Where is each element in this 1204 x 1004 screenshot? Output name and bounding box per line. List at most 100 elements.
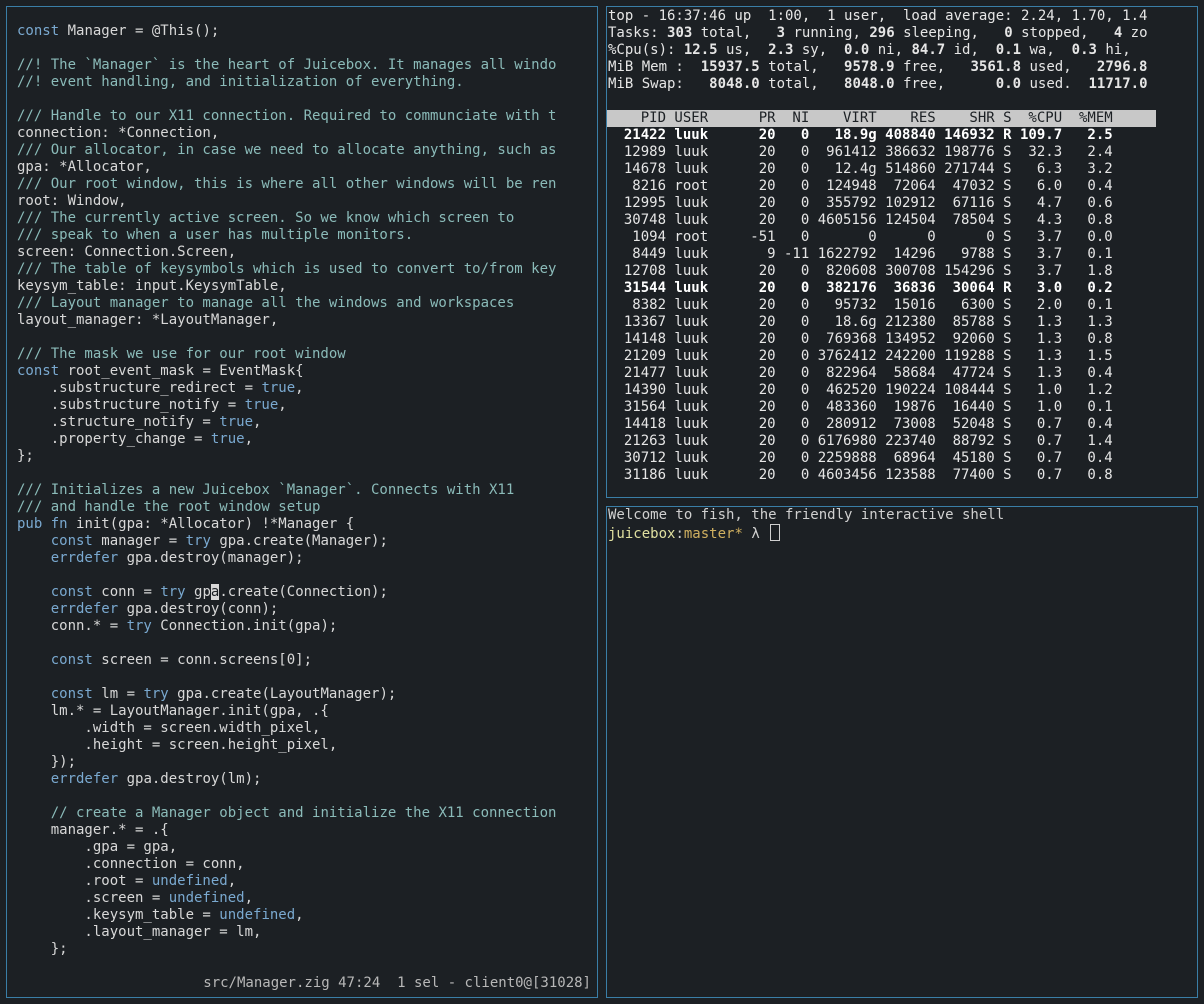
code-line[interactable]: manager.* = .{: [17, 822, 597, 839]
process-row: 12708 luuk 20 0 820608 300708 154296 S 3…: [607, 263, 1113, 279]
code-token: ,: [253, 414, 262, 430]
code-token: root_event_mask = EventMask{: [59, 363, 304, 379]
code-line[interactable]: .keysym_table = undefined,: [17, 907, 597, 924]
code-line[interactable]: errdefer gpa.destroy(manager);: [17, 550, 597, 567]
summary-token: total,: [759, 59, 845, 75]
shell-prompt[interactable]: juicebox:master* λ: [608, 524, 1197, 542]
code-line[interactable]: screen: Connection.Screen,: [17, 244, 597, 261]
code-line[interactable]: connection: *Connection,: [17, 125, 597, 142]
code-line[interactable]: [17, 567, 597, 584]
summary-token: stopped,: [1012, 25, 1114, 41]
code-line[interactable]: .substructure_notify = true,: [17, 397, 597, 414]
code-line[interactable]: //! event handling, and initialization o…: [17, 74, 597, 91]
code-token: gpa.destroy(conn);: [118, 601, 279, 617]
code-line[interactable]: /// Our root window, this is where all o…: [17, 176, 597, 193]
code-line[interactable]: .width = screen.width_pixel,: [17, 720, 597, 737]
code-line[interactable]: /// Handle to our X11 connection. Requir…: [17, 108, 597, 125]
code-token: /// Our allocator, in case we need to al…: [17, 142, 557, 158]
code-line[interactable]: //! The `Manager` is the heart of Juiceb…: [17, 57, 597, 74]
code-line[interactable]: [17, 40, 597, 57]
summary-token: 0.0: [995, 76, 1022, 92]
code-line[interactable]: layout_manager: *LayoutManager,: [17, 312, 597, 329]
code-line[interactable]: [17, 635, 597, 652]
code-view[interactable]: const Manager = @This(); //! The `Manager…: [17, 23, 597, 958]
code-line[interactable]: /// and handle the root window setup: [17, 499, 597, 516]
editor-pane[interactable]: const Manager = @This(); //! The `Manager…: [6, 6, 598, 998]
code-line[interactable]: /// Layout manager to manage all the win…: [17, 295, 597, 312]
code-token: ,: [244, 890, 254, 906]
code-line[interactable]: };: [17, 448, 597, 465]
summary-token: total,: [692, 25, 777, 41]
code-line[interactable]: lm.* = LayoutManager.init(gpa, .{: [17, 703, 597, 720]
code-token: Manager = @This();: [59, 23, 220, 39]
process-row: 31544 luuk 20 0 382176 36836 30064 R 3.0…: [607, 280, 1113, 296]
code-line[interactable]: .connection = conn,: [17, 856, 597, 873]
shell-welcome: Welcome to fish, the friendly interactiv…: [608, 507, 1005, 523]
code-token: .structure_notify =: [17, 414, 220, 430]
code-line[interactable]: const conn = try gpa.create(Connection);: [17, 584, 597, 601]
code-line[interactable]: [17, 788, 597, 805]
code-token: /// Initializes a new Juicebox `Manager`…: [17, 482, 515, 498]
code-line[interactable]: errdefer gpa.destroy(conn);: [17, 601, 597, 618]
code-line[interactable]: errdefer gpa.destroy(lm);: [17, 771, 597, 788]
code-line[interactable]: .substructure_redirect = true,: [17, 380, 597, 397]
code-token: ,: [278, 397, 287, 413]
summary-token: free,: [894, 59, 971, 75]
code-token: /// Handle to our X11 connection. Requir…: [17, 108, 557, 124]
code-token: errdefer: [50, 771, 119, 787]
code-line[interactable]: [17, 669, 597, 686]
summary-token: top - 16:37:46 up 1:00, 1 user, load ave…: [608, 8, 1148, 24]
code-line[interactable]: [17, 91, 597, 108]
code-line[interactable]: /// Our allocator, in case we need to al…: [17, 142, 597, 159]
top-pane[interactable]: top - 16:37:46 up 1:00, 1 user, load ave…: [606, 6, 1198, 498]
code-line[interactable]: keysym_table: input.KeysymTable,: [17, 278, 597, 295]
code-line[interactable]: };: [17, 941, 597, 958]
code-line[interactable]: gpa: *Allocator,: [17, 159, 597, 176]
process-row: 31564 luuk 20 0 483360 19876 16440 S 1.0…: [607, 399, 1113, 415]
code-line[interactable]: const Manager = @This();: [17, 23, 597, 40]
code-line[interactable]: // create a Manager object and initializ…: [17, 805, 597, 822]
code-line[interactable]: root: Window,: [17, 193, 597, 210]
process-table: PID USER PR NI VIRT RES SHR S %CPU %MEM …: [607, 110, 1197, 484]
code-line[interactable]: .gpa = gpa,: [17, 839, 597, 856]
summary-token: 8048.0: [844, 76, 895, 92]
code-line[interactable]: .structure_notify = true,: [17, 414, 597, 431]
summary-token: 0.0: [844, 42, 870, 58]
process-row: 12989 luuk 20 0 961412 386632 198776 S 3…: [607, 144, 1113, 160]
code-token: gpa.create(Manager);: [210, 533, 388, 549]
code-token: pub: [17, 516, 43, 532]
code-token: conn.* =: [17, 618, 127, 634]
prompt-host: juicebox: [608, 526, 676, 542]
code-token: .substructure_redirect =: [17, 380, 262, 396]
summary-token: 2.3: [768, 42, 794, 58]
code-line[interactable]: /// Initializes a new Juicebox `Manager`…: [17, 482, 597, 499]
code-line[interactable]: const root_event_mask = EventMask{: [17, 363, 597, 380]
code-line[interactable]: const manager = try gpa.create(Manager);: [17, 533, 597, 550]
code-line[interactable]: const lm = try gpa.create(LayoutManager)…: [17, 686, 597, 703]
shell-pane[interactable]: Welcome to fish, the friendly interactiv…: [606, 506, 1198, 998]
code-line[interactable]: .screen = undefined,: [17, 890, 597, 907]
code-token: errdefer: [50, 601, 119, 617]
code-line[interactable]: .property_change = true,: [17, 431, 597, 448]
code-token: .height = screen.height_pixel,: [17, 737, 338, 753]
code-line[interactable]: .height = screen.height_pixel,: [17, 737, 597, 754]
summary-token: running,: [785, 25, 870, 41]
code-line[interactable]: pub fn init(gpa: *Allocator) !*Manager {: [17, 516, 597, 533]
code-line[interactable]: conn.* = try Connection.init(gpa);: [17, 618, 597, 635]
code-line[interactable]: [17, 465, 597, 482]
code-line[interactable]: /// The currently active screen. So we k…: [17, 210, 597, 227]
code-line[interactable]: .layout_manager = lm,: [17, 924, 597, 941]
code-token: .connection = conn,: [17, 856, 245, 872]
code-line[interactable]: /// The table of keysymbols which is use…: [17, 261, 597, 278]
code-line[interactable]: [17, 329, 597, 346]
code-line[interactable]: });: [17, 754, 597, 771]
top-summary-line: top - 16:37:46 up 1:00, 1 user, load ave…: [608, 8, 1197, 25]
terminal-cursor[interactable]: [770, 524, 781, 541]
code-line[interactable]: const screen = conn.screens[0];: [17, 652, 597, 669]
code-line[interactable]: /// speak to when a user has multiple mo…: [17, 227, 597, 244]
code-line[interactable]: .root = undefined,: [17, 873, 597, 890]
summary-token: 303: [667, 25, 693, 41]
code-line[interactable]: /// The mask we use for our root window: [17, 346, 597, 363]
